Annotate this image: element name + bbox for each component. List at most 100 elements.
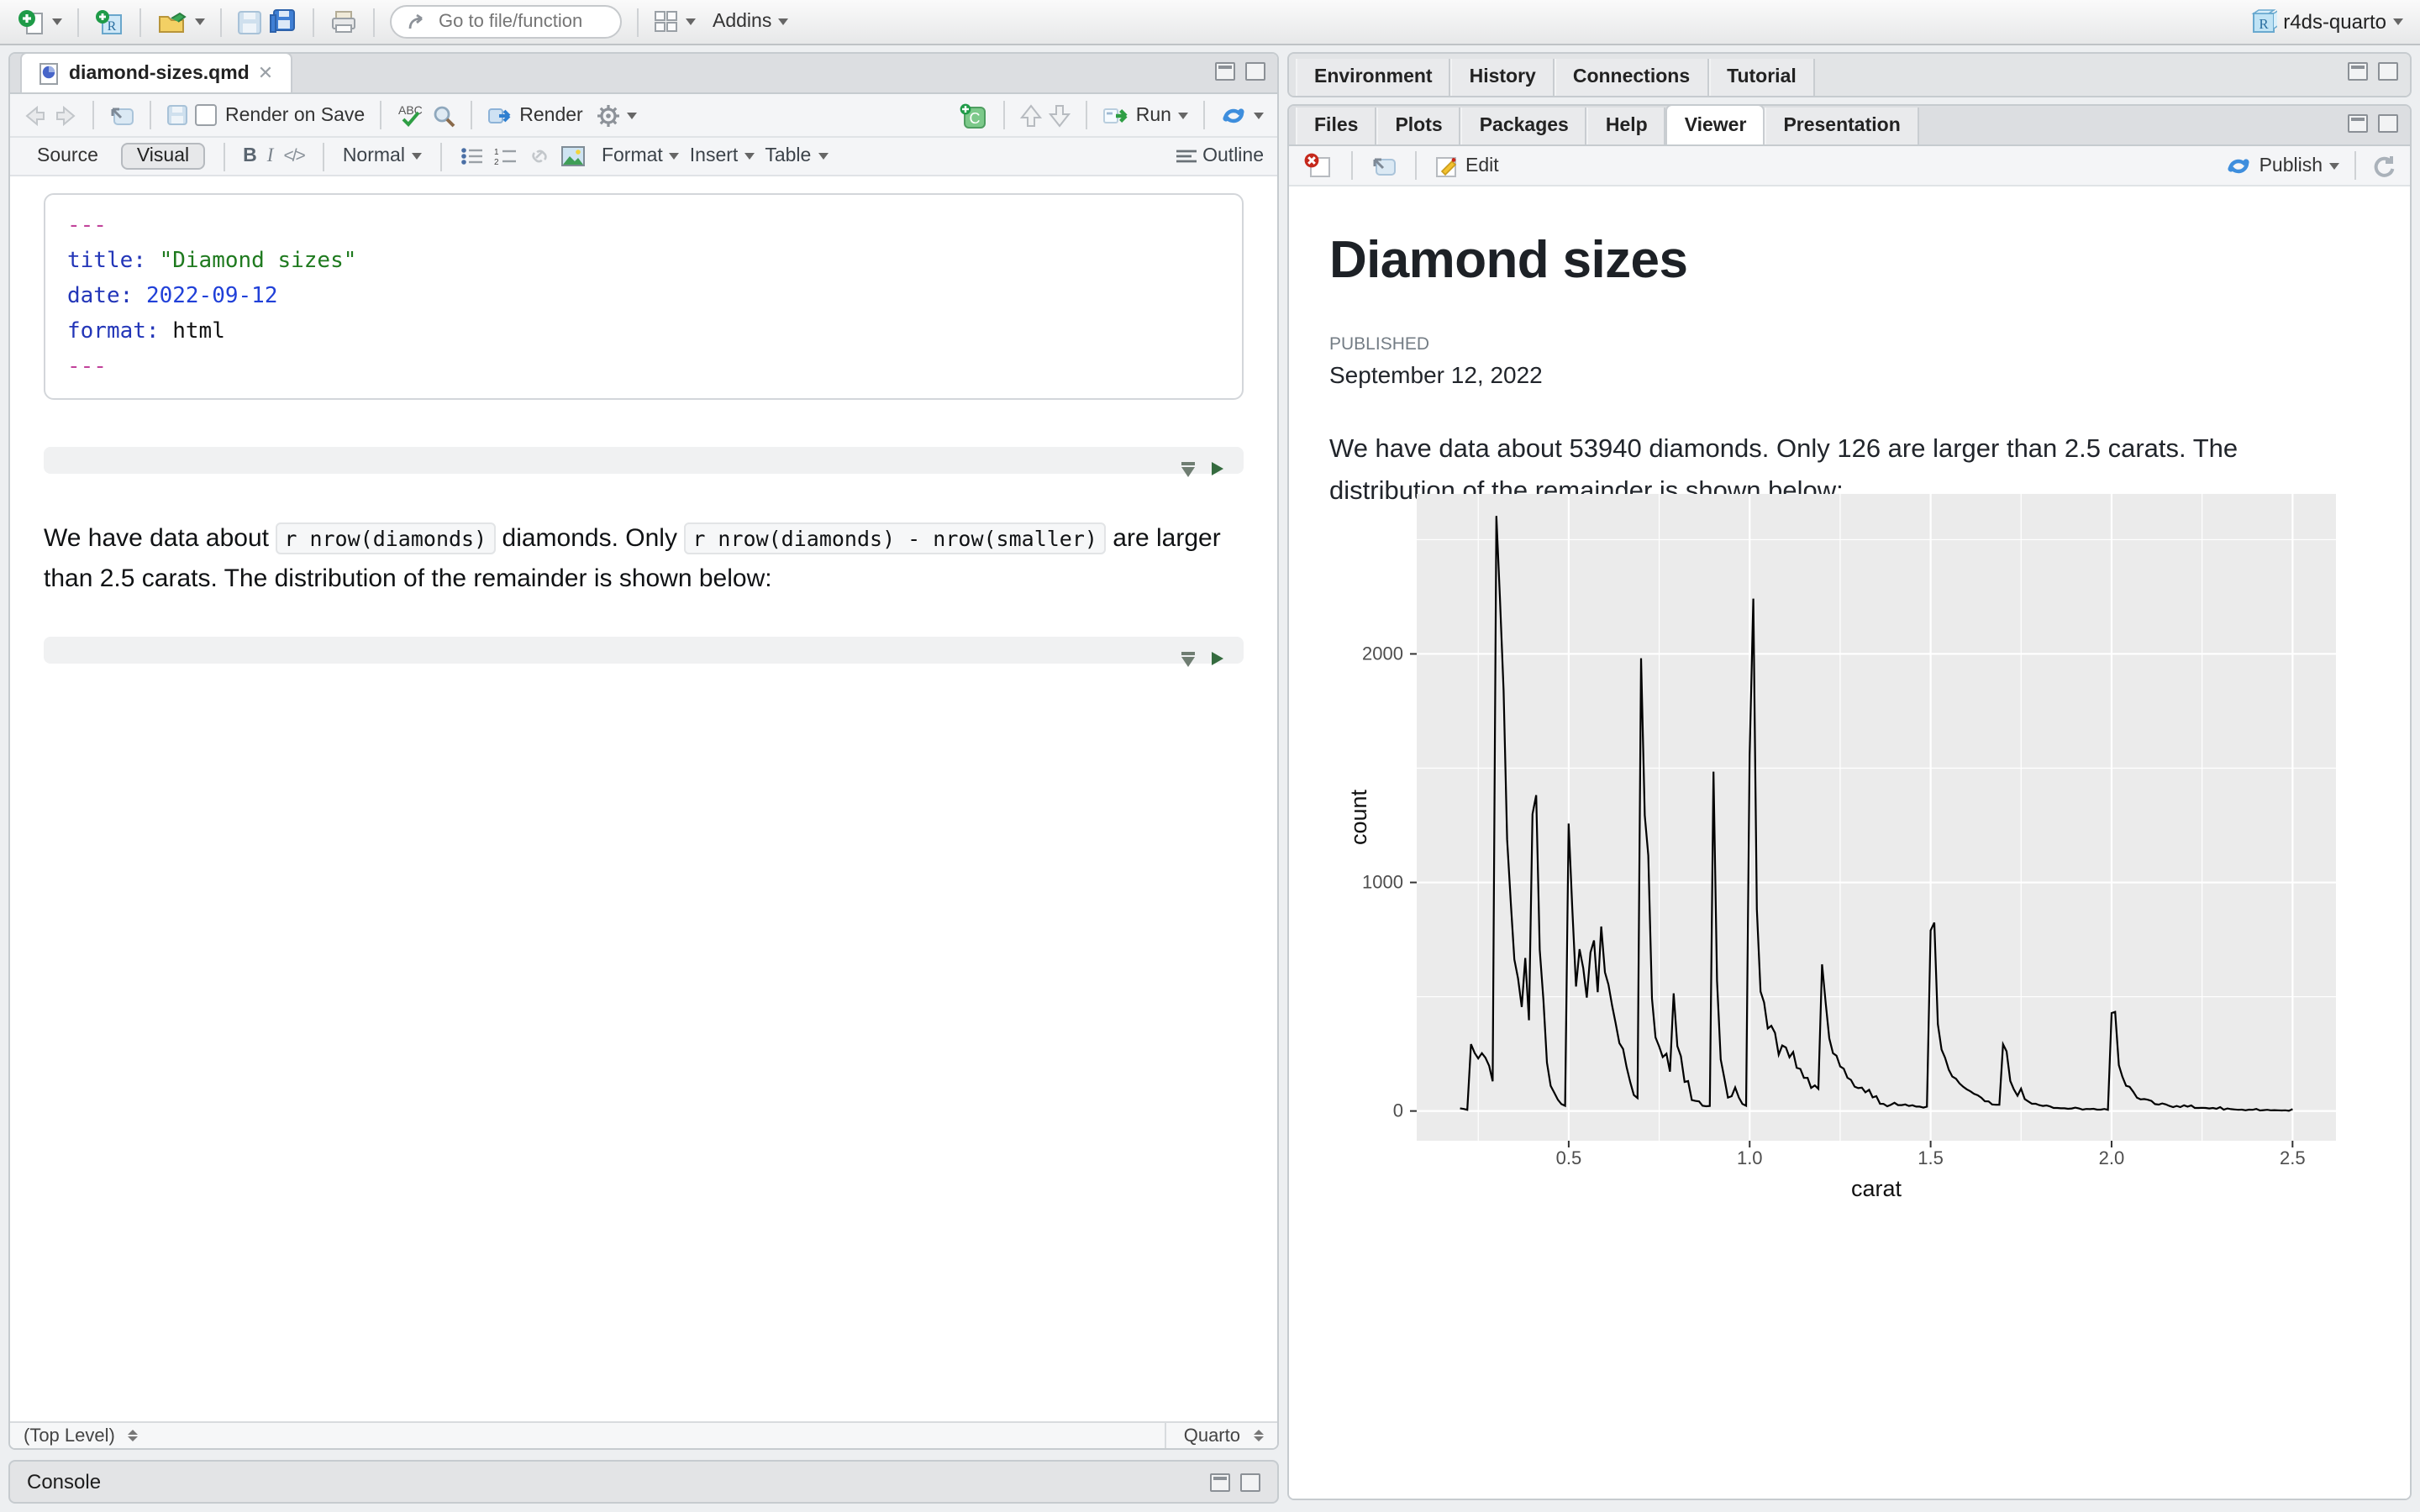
project-caret-icon [2393,18,2403,25]
maximize-icon[interactable] [2378,114,2398,133]
console-pane: Console [8,1460,1279,1504]
maximize-icon[interactable] [1245,62,1265,81]
clear-viewer-button[interactable] [1302,153,1333,178]
goto-file-search[interactable] [390,5,622,39]
render-settings-gear-icon[interactable] [597,103,620,127]
svg-text:count: count [1346,789,1371,845]
render-on-save-label: Render on Save [225,105,366,125]
code-format-button[interactable]: </> [283,146,305,166]
toolbar-separator [1351,151,1353,180]
bullet-list-icon[interactable] [460,146,484,166]
viewer-window-buttons [2348,114,2398,133]
addins-button[interactable]: Addins [713,12,789,32]
image-icon[interactable] [560,146,585,166]
tab-connections[interactable]: Connections [1554,59,1709,96]
tab-close-icon[interactable]: ✕ [258,62,273,84]
run-next-chunk-icon[interactable] [1048,103,1071,127]
filetype-selector[interactable]: Quarto [1165,1423,1264,1448]
tab-tutorial[interactable]: Tutorial [1708,59,1815,96]
environment-window-buttons [2348,62,2398,81]
new-file-button[interactable] [17,8,62,36]
table-caret-icon [818,153,829,160]
run-button[interactable]: Run [1102,105,1188,125]
console-header[interactable]: Console [10,1462,1277,1502]
minimize-icon[interactable] [1210,1473,1230,1491]
tab-diamond-sizes[interactable]: diamond-sizes.qmd ✕ [20,54,292,92]
filetype-label: Quarto [1183,1425,1240,1446]
render-button[interactable]: Render [487,105,583,125]
yaml-block[interactable]: --- title: "Diamond sizes" date: 2022-09-1… [44,193,1244,400]
project-selector[interactable]: R r4ds-quarto [2249,8,2403,35]
minimize-icon[interactable] [1215,62,1235,81]
viewer-tabstrip: Files Plots Packages Help Viewer Present… [1289,106,2410,146]
code-chunk-setup[interactable] [44,447,1244,476]
svg-text:carat: carat [1851,1176,1902,1201]
paragraph-style-select[interactable]: Normal [343,146,422,166]
tab-viewer[interactable]: Viewer [1665,106,1765,144]
tab-presentation[interactable]: Presentation [1765,108,1919,144]
panes-layout-button[interactable] [654,10,696,34]
run-chunks-above-icon[interactable] [1181,462,1195,476]
run-previous-chunks-icon[interactable] [1019,103,1042,127]
source-mode-button[interactable]: Source [24,144,112,168]
render-settings-caret-icon[interactable] [626,112,637,118]
toolbar-separator [77,8,79,36]
run-chunk-icon[interactable] [1212,652,1223,666]
save-doc-icon[interactable] [166,104,188,126]
maximize-icon[interactable] [2378,62,2398,81]
tab-help[interactable]: Help [1586,108,1666,144]
toolbar-separator [150,101,151,129]
render-on-save-checkbox[interactable]: Render on Save [195,104,365,126]
find-icon[interactable] [432,103,455,127]
toolbar-separator [313,8,314,36]
outline-toggle[interactable]: Outline [1176,146,1264,166]
bold-button[interactable]: B [243,146,257,166]
insert-menu[interactable]: Insert [690,146,755,166]
open-file-button[interactable] [156,8,205,35]
markdown-paragraph[interactable]: We have data about r nrow(diamonds) diam… [44,519,1228,600]
edit-button[interactable]: Edit [1435,154,1499,177]
save-all-button[interactable] [269,8,297,35]
tab-history[interactable]: History [1450,59,1555,96]
maximize-icon[interactable] [1240,1473,1260,1491]
popout-icon[interactable] [109,104,134,126]
viewer-content[interactable]: Diamond sizes PUBLISHED September 12, 20… [1289,186,2410,1499]
paragraph-style-label: Normal [342,146,405,166]
new-project-button[interactable]: R [94,8,124,36]
scope-selector[interactable]: (Top Level) [24,1425,139,1446]
code-chunk-plot[interactable] [44,637,1244,666]
editor-canvas[interactable]: --- title: "Diamond sizes" date: 2022-09-1… [10,176,1277,1389]
refresh-icon[interactable] [2371,154,2396,177]
numbered-list-icon[interactable]: 12 [494,146,518,166]
italic-button[interactable]: I [267,146,274,166]
save-button[interactable] [237,9,262,34]
visual-mode-button[interactable]: Visual [121,143,205,170]
tab-files[interactable]: Files [1296,108,1377,144]
forward-icon[interactable] [54,105,77,125]
tab-packages[interactable]: Packages [1460,108,1587,144]
print-button[interactable] [329,8,358,35]
run-chunk-icon[interactable] [1212,462,1223,476]
tab-environment[interactable]: Environment [1296,59,1451,96]
run-label: Run [1135,105,1171,125]
scope-updown-icon [128,1430,139,1441]
minimize-icon[interactable] [2348,62,2368,81]
format-menu[interactable]: Format [602,146,680,166]
publish-button[interactable]: Publish [2226,154,2339,177]
table-menu[interactable]: Table [765,146,829,166]
addins-caret-icon [778,18,789,25]
run-chunks-above-icon[interactable] [1181,652,1195,666]
insert-chunk-button[interactable]: C [958,102,988,129]
rerun-caret-icon[interactable] [1254,112,1264,118]
viewer-popout-icon[interactable] [1371,155,1397,176]
toolbar-separator [1085,101,1087,129]
back-icon[interactable] [24,105,47,125]
open-folder-icon [156,8,188,35]
rerun-icon[interactable] [1220,103,1247,127]
toolbar-separator [1203,101,1205,129]
minimize-icon[interactable] [2348,114,2368,133]
spellcheck-icon[interactable]: ABC [397,102,425,128]
link-icon[interactable] [528,146,551,166]
tab-plots[interactable]: Plots [1376,108,1461,144]
goto-file-input[interactable] [435,10,605,34]
